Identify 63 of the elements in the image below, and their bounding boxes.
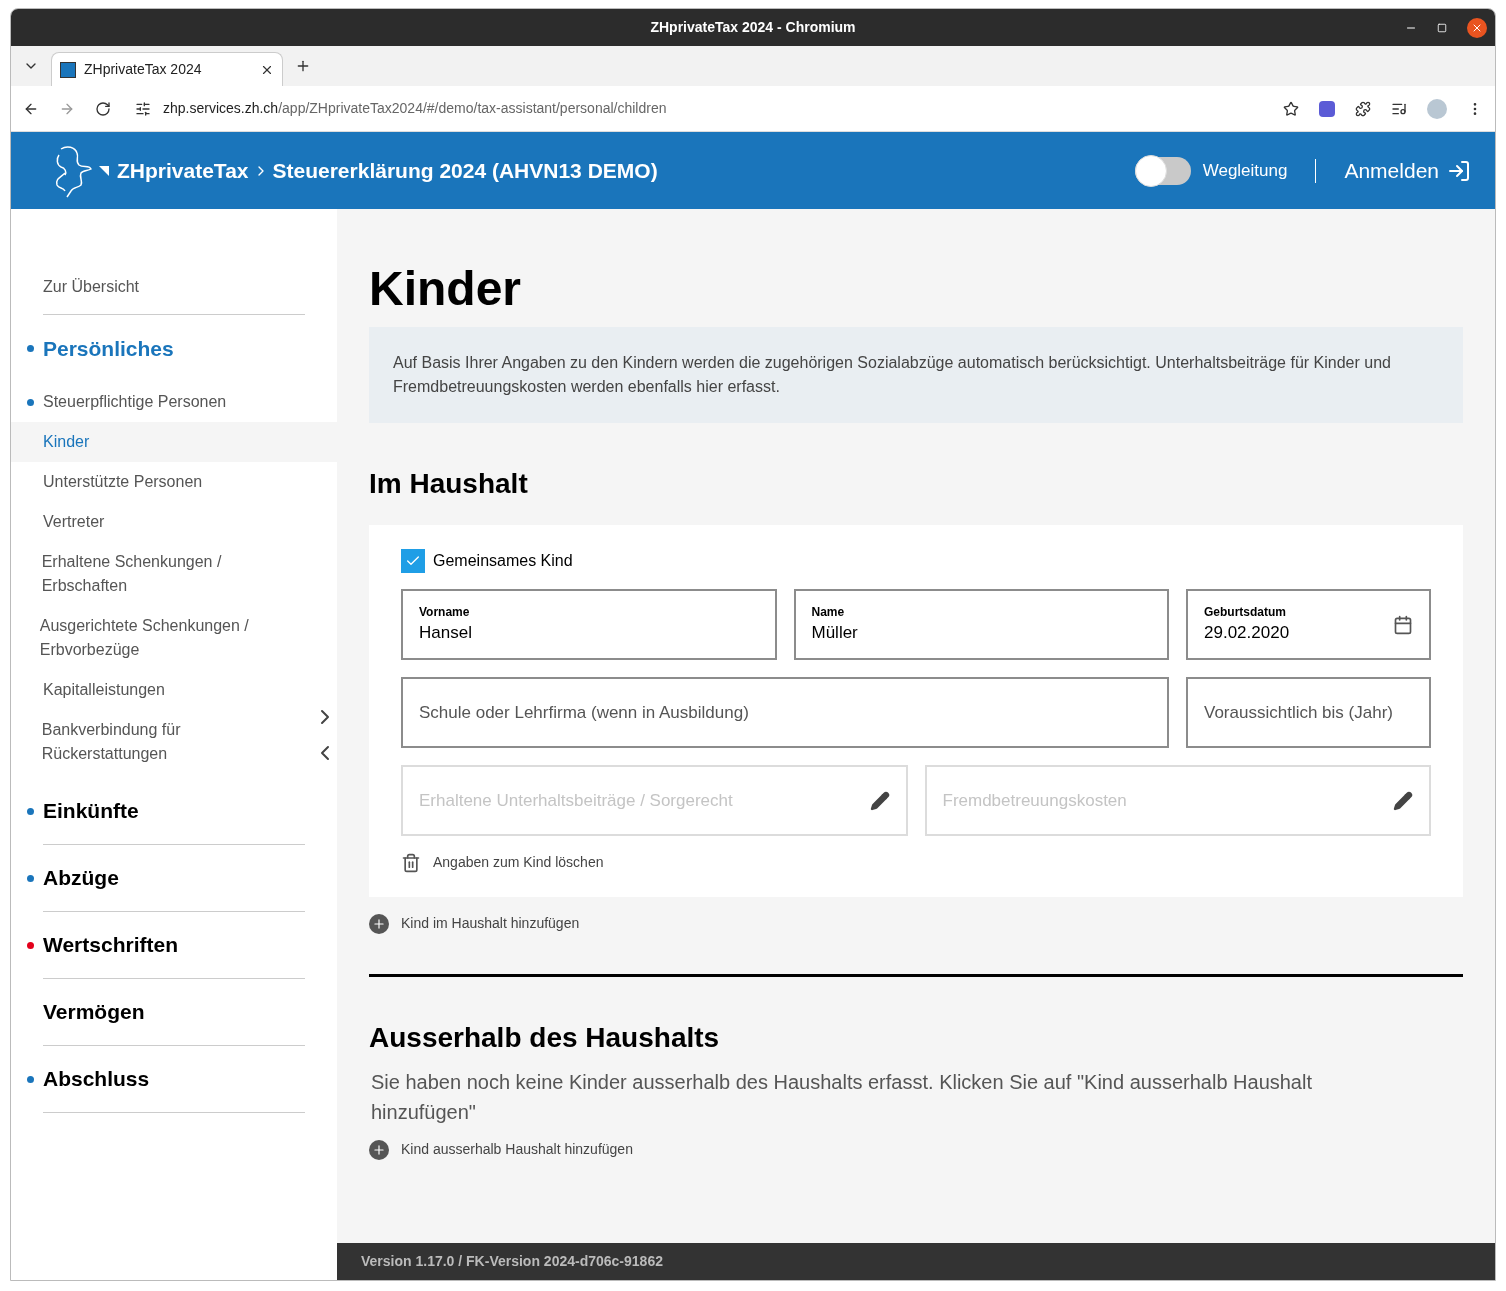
breadcrumb-title: Steuererklärung 2024 (AHVN13 DEMO) (272, 157, 658, 184)
nav-section[interactable]: Abzüge (43, 862, 119, 894)
info-box: Auf Basis Ihrer Angaben zu den Kindern werden die zugehörigen Sozialabzüge automatisch berücksichtigt. Unterhaltsbeiträge für Kinder und Fremdbetreuungskosten werden ebenfalls hier erfasst. (369, 327, 1463, 423)
close-button[interactable] (1467, 17, 1487, 38)
overview-link[interactable]: Zur Übersicht (43, 275, 305, 315)
nav-item[interactable]: Kapitalleistungen (11, 670, 337, 710)
reload-icon[interactable] (95, 100, 111, 117)
input-field[interactable]: Geburtsdatum 29.02.2020 (1186, 589, 1431, 660)
section-heading: Ausserhalb des Haushalts (369, 1021, 721, 1055)
field-label: Geburtsdatum (1204, 603, 1287, 620)
field-placeholder: Erhaltene Unterhaltsbeiträge / Sorgerecht (419, 789, 734, 812)
pencil-icon[interactable] (1393, 790, 1413, 811)
login-link[interactable]: Anmelden (1344, 154, 1439, 187)
field-value: 29.02.2020 (1204, 621, 1291, 644)
brand-link[interactable]: ZHprivateTax (117, 154, 249, 187)
page-title: Kinder (369, 261, 522, 317)
section-heading: Im Haushalt (369, 467, 529, 501)
guide-label: Wegleitung (1202, 159, 1288, 182)
trash-icon (401, 852, 421, 873)
pencil-icon[interactable] (869, 790, 890, 811)
flag-icon (99, 165, 109, 176)
bookmark-star-icon[interactable] (1283, 100, 1299, 117)
add-child-button[interactable]: Kind ausserhalb Haushalt hinzufügen (369, 1139, 633, 1160)
nav-section[interactable]: Einkünfte (43, 795, 139, 827)
extension-icon[interactable] (1319, 100, 1335, 117)
address-bar[interactable]: zhp.services.zh.ch/app/ZHprivateTax2024/#/demo/tax-assistant/personal/children (131, 91, 1263, 126)
new-tab-icon[interactable] (295, 58, 311, 74)
input-field[interactable]: Vorname Hansel (401, 589, 777, 660)
calendar-icon[interactable] (1393, 614, 1413, 635)
nav-item[interactable]: Bankverbindung für Rückerstattungen (11, 710, 337, 774)
nav-item[interactable]: Steuerpflichtige Personen (11, 382, 337, 422)
browser-tab[interactable]: ZHprivateTax 2024 (51, 52, 283, 86)
maximize-icon[interactable] (1437, 22, 1447, 33)
delete-child-button[interactable]: Angaben zum Kind löschen (401, 852, 604, 873)
add-child-button[interactable]: Kind im Haushalt hinzufügen (369, 913, 580, 934)
nav-section[interactable]: Wertschriften (43, 929, 178, 961)
field-label: Vorname (419, 603, 471, 620)
input-field[interactable]: Schule oder Lehrfirma (wenn in Ausbildung) (401, 677, 1169, 748)
field-placeholder: Fremdbetreuungskosten (942, 789, 1128, 812)
checkbox[interactable] (401, 549, 425, 573)
version-text: Version 1.17.0 / FK-Version 2024-d706c-91862 (361, 1252, 663, 1271)
guide-toggle[interactable] (1134, 156, 1191, 185)
nav-item[interactable]: Vertreter (11, 502, 337, 542)
login-icon[interactable] (1447, 158, 1471, 183)
favicon-icon (60, 61, 76, 78)
window-title: ZHprivateTax 2024 - Chromium (650, 18, 856, 37)
nav-section[interactable]: Persönliches (43, 332, 174, 365)
nav-item[interactable]: Erhaltene Schenkungen / Erbschaften (11, 542, 337, 606)
field-label: Name (811, 603, 846, 620)
extensions-icon[interactable] (1355, 100, 1371, 117)
empty-message: Sie haben noch keine Kinder ausserhalb des Haushalts erfasst. Klicken Sie auf "Kind ausserhalb Haushalt hinzufügen" (370, 1070, 1313, 1125)
field-placeholder: Schule oder Lehrfirma (wenn in Ausbildung) (419, 701, 750, 724)
checkbox-label: Gemeinsames Kind (433, 551, 573, 571)
input-field[interactable]: Name Müller (793, 589, 1169, 660)
field-value: Hansel (419, 621, 473, 644)
nav-item[interactable]: Kinder (11, 422, 337, 462)
nav-section[interactable]: Vermögen (43, 996, 145, 1028)
input-field[interactable]: Voraussichtlich bis (Jahr) (1186, 677, 1431, 748)
nav-item[interactable]: Unterstützte Personen (11, 462, 337, 502)
nav-item[interactable]: Ausgerichtete Schenkungen / Erbvorbezüge (11, 606, 337, 670)
field-value: Müller (811, 621, 859, 644)
field-placeholder: Voraussichtlich bis (Jahr) (1204, 701, 1394, 724)
nav-section[interactable]: Abschluss (43, 1063, 150, 1095)
